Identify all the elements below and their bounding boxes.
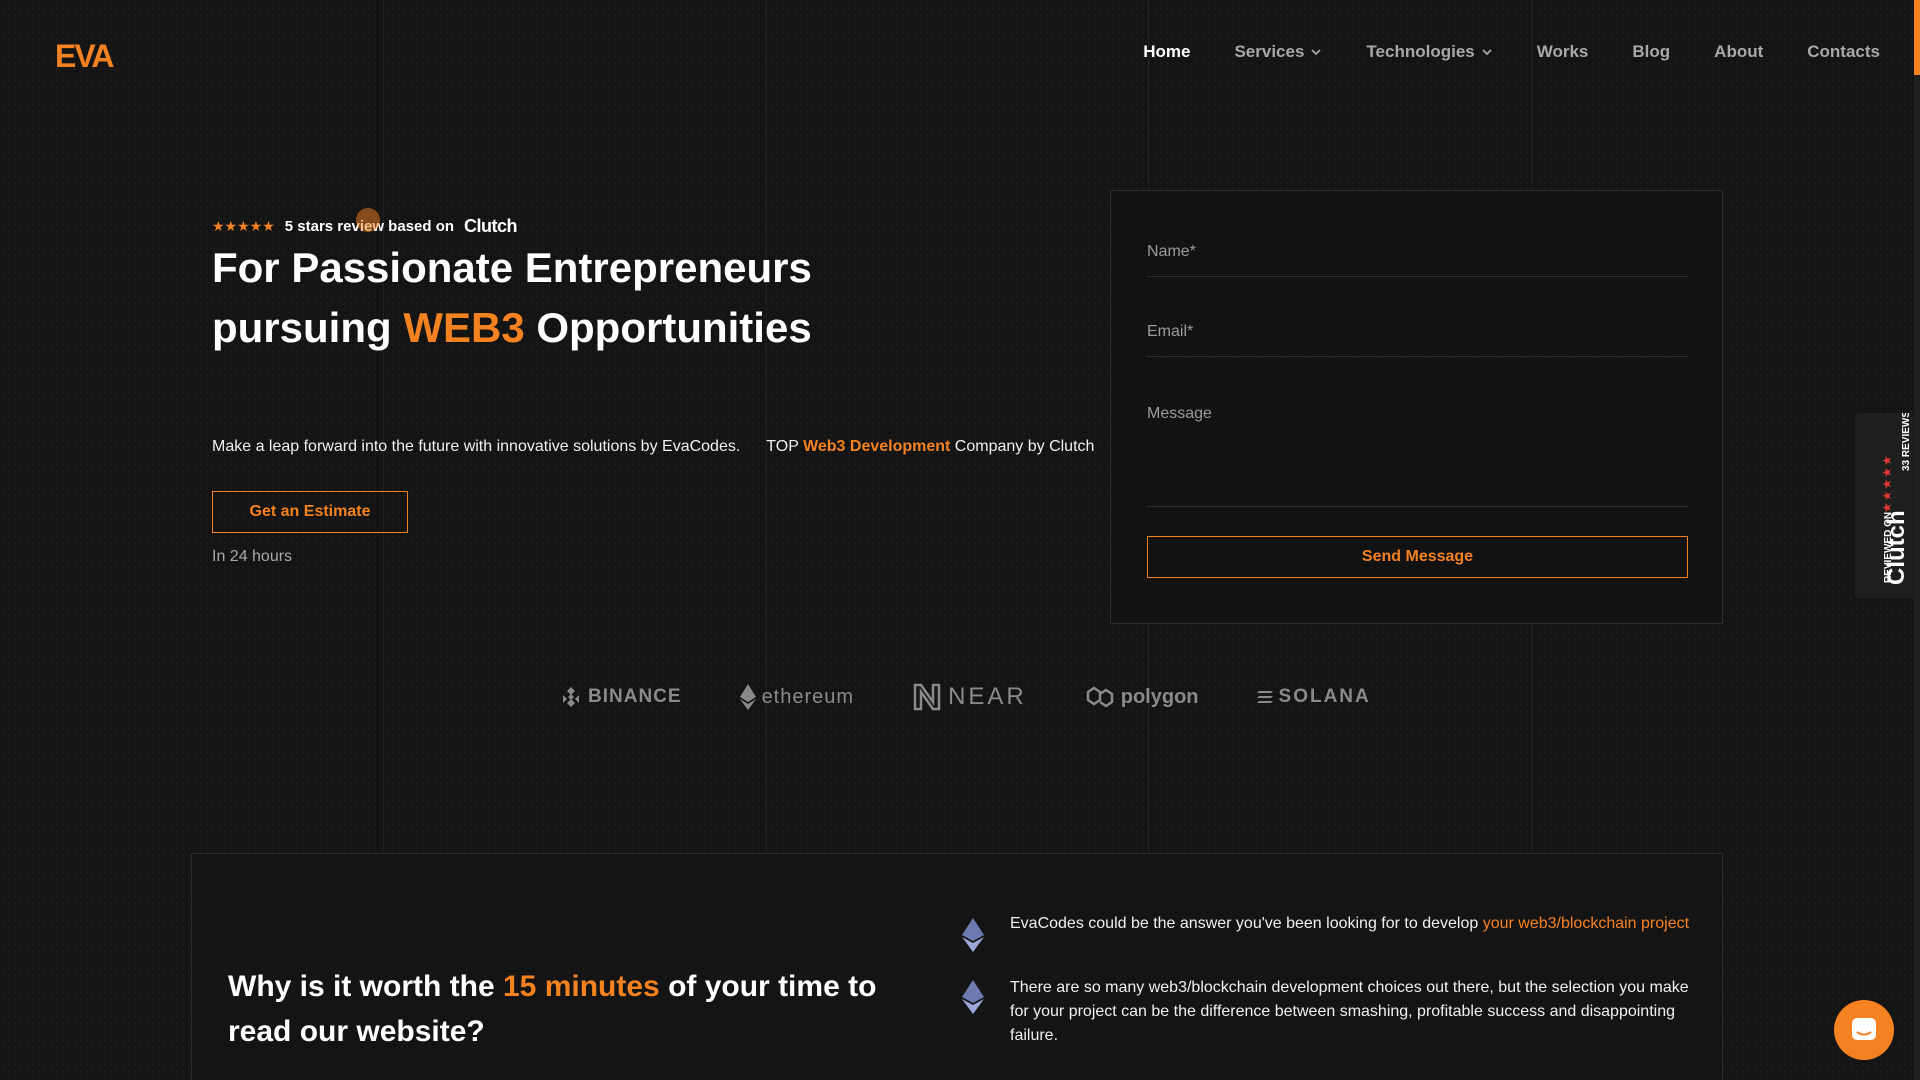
nav-label: About <box>1714 42 1764 61</box>
main-nav: Home Services Technologies Works Blog Ab… <box>1143 42 1880 62</box>
star-icon: ★★★★★ <box>212 218 275 234</box>
why-point: There are so many web3/blockchain develo… <box>962 976 1692 1048</box>
cursor-indicator <box>356 208 380 232</box>
nav-label: Blog <box>1632 42 1671 61</box>
solana-icon <box>1256 691 1273 703</box>
grid-line <box>383 0 384 853</box>
hero-title-accent: WEB3 <box>403 304 525 351</box>
solana-logo: SOLANA <box>1256 686 1371 708</box>
hero-description: Make a leap forward into the future with… <box>212 438 1094 456</box>
ethereum-icon <box>739 684 756 710</box>
near-icon <box>913 683 941 711</box>
chevron-down-icon <box>1311 49 1322 56</box>
nav-home[interactable]: Home <box>1143 42 1190 62</box>
nav-label: Services <box>1234 42 1305 61</box>
ethereum-diamond-icon <box>962 918 984 952</box>
top-accent[interactable]: Web3 Development <box>803 438 950 455</box>
hero-title-line1: For Passionate Entrepreneurs <box>212 244 812 291</box>
top-pre: TOP <box>766 438 804 455</box>
nav-contacts[interactable]: Contacts <box>1807 42 1880 62</box>
top-post: Company by Clutch <box>950 438 1095 455</box>
nav-label: Contacts <box>1807 42 1880 61</box>
nav-label: Works <box>1536 42 1589 61</box>
contact-form: Name* Email* Message Send Message <box>1110 190 1723 624</box>
why-point-text: There are so many web3/blockchain develo… <box>1010 979 1689 1044</box>
polygon-wordmark: polygon <box>1120 685 1199 708</box>
why-title-pre: Why is it worth the <box>228 970 503 1003</box>
email-field[interactable]: Email* <box>1147 323 1688 357</box>
ethereum-diamond-icon <box>962 980 984 1014</box>
partner-logos: BINANCE ethereum NEAR polygon SOLANA <box>560 682 1371 712</box>
message-field[interactable]: Message <box>1147 405 1688 507</box>
nav-about[interactable]: About <box>1714 42 1763 62</box>
scrollbar-track[interactable] <box>1914 75 1920 1080</box>
ethereum-wordmark: ethereum <box>761 685 855 708</box>
nav-label: Technologies <box>1366 42 1475 61</box>
web3-project-link[interactable]: your web3/blockchain project <box>1483 915 1689 932</box>
polygon-logo: polygon <box>1085 684 1199 710</box>
polygon-icon <box>1086 686 1113 708</box>
message-field-label: Message <box>1147 405 1212 422</box>
hero-title-line2-post: Opportunities <box>524 304 812 351</box>
star-icon: ★★★★★ <box>1880 454 1894 513</box>
svg-text:EVA: EVA <box>55 40 114 70</box>
get-estimate-button[interactable]: Get an Estimate <box>212 491 408 533</box>
grid-line <box>766 0 767 853</box>
nav-works[interactable]: Works <box>1537 42 1589 62</box>
nav-label: Home <box>1143 42 1191 61</box>
clutch-logo: Clutch <box>464 216 518 236</box>
near-logo: NEAR <box>912 682 1027 712</box>
eva-logo[interactable]: EVA <box>55 40 119 70</box>
hero-title: For Passionate Entrepreneurs pursuing WE… <box>212 238 832 358</box>
hero-description-text: Make a leap forward into the future with… <box>212 438 741 455</box>
nav-blog[interactable]: Blog <box>1632 42 1670 62</box>
why-point-body: EvaCodes could be the answer you've been… <box>1010 915 1483 932</box>
name-field[interactable]: Name* <box>1147 243 1688 277</box>
near-wordmark: NEAR <box>948 683 1027 710</box>
solana-wordmark: SOLANA <box>1278 686 1371 707</box>
why-point: EvaCodes could be the answer you've been… <box>962 912 1692 952</box>
clutch-badge-brand: Clutch <box>1883 510 1910 585</box>
binance-wordmark: BINANCE <box>588 686 682 707</box>
binance-logo: BINANCE <box>560 686 682 708</box>
clutch-reviews-badge[interactable]: REVIEWED ON Clutch ★★★★★ 33 REVIEWS <box>1855 411 1913 598</box>
why-point-text: EvaCodes could be the answer you've been… <box>1010 912 1689 952</box>
scrollbar-thumb[interactable] <box>1914 0 1920 75</box>
name-field-label: Name* <box>1147 243 1196 260</box>
clutch-badge-graphic: REVIEWED ON Clutch ★★★★★ 33 REVIEWS <box>1880 411 1912 585</box>
chat-icon <box>1852 1018 1876 1040</box>
nav-technologies[interactable]: Technologies <box>1366 42 1492 62</box>
chat-launcher-button[interactable] <box>1834 1000 1894 1060</box>
nav-services[interactable]: Services <box>1234 42 1322 62</box>
reviews-count-text: 33 REVIEWS <box>1901 413 1912 471</box>
hero-title-line2-pre: pursuing <box>212 304 404 351</box>
estimate-note: In 24 hours <box>212 548 293 565</box>
binance-icon <box>563 687 579 707</box>
why-title: Why is it worth the 15 minutes of your t… <box>228 964 928 1054</box>
why-section: Why is it worth the 15 minutes of your t… <box>191 853 1723 1080</box>
top-company-text: TOP Web3 Development Company by Clutch <box>766 438 1094 456</box>
send-message-button[interactable]: Send Message <box>1147 536 1688 578</box>
why-title-accent: 15 minutes <box>503 970 660 1003</box>
ethereum-logo: ethereum <box>739 684 855 710</box>
email-field-label: Email* <box>1147 323 1194 340</box>
chevron-down-icon <box>1482 49 1492 56</box>
